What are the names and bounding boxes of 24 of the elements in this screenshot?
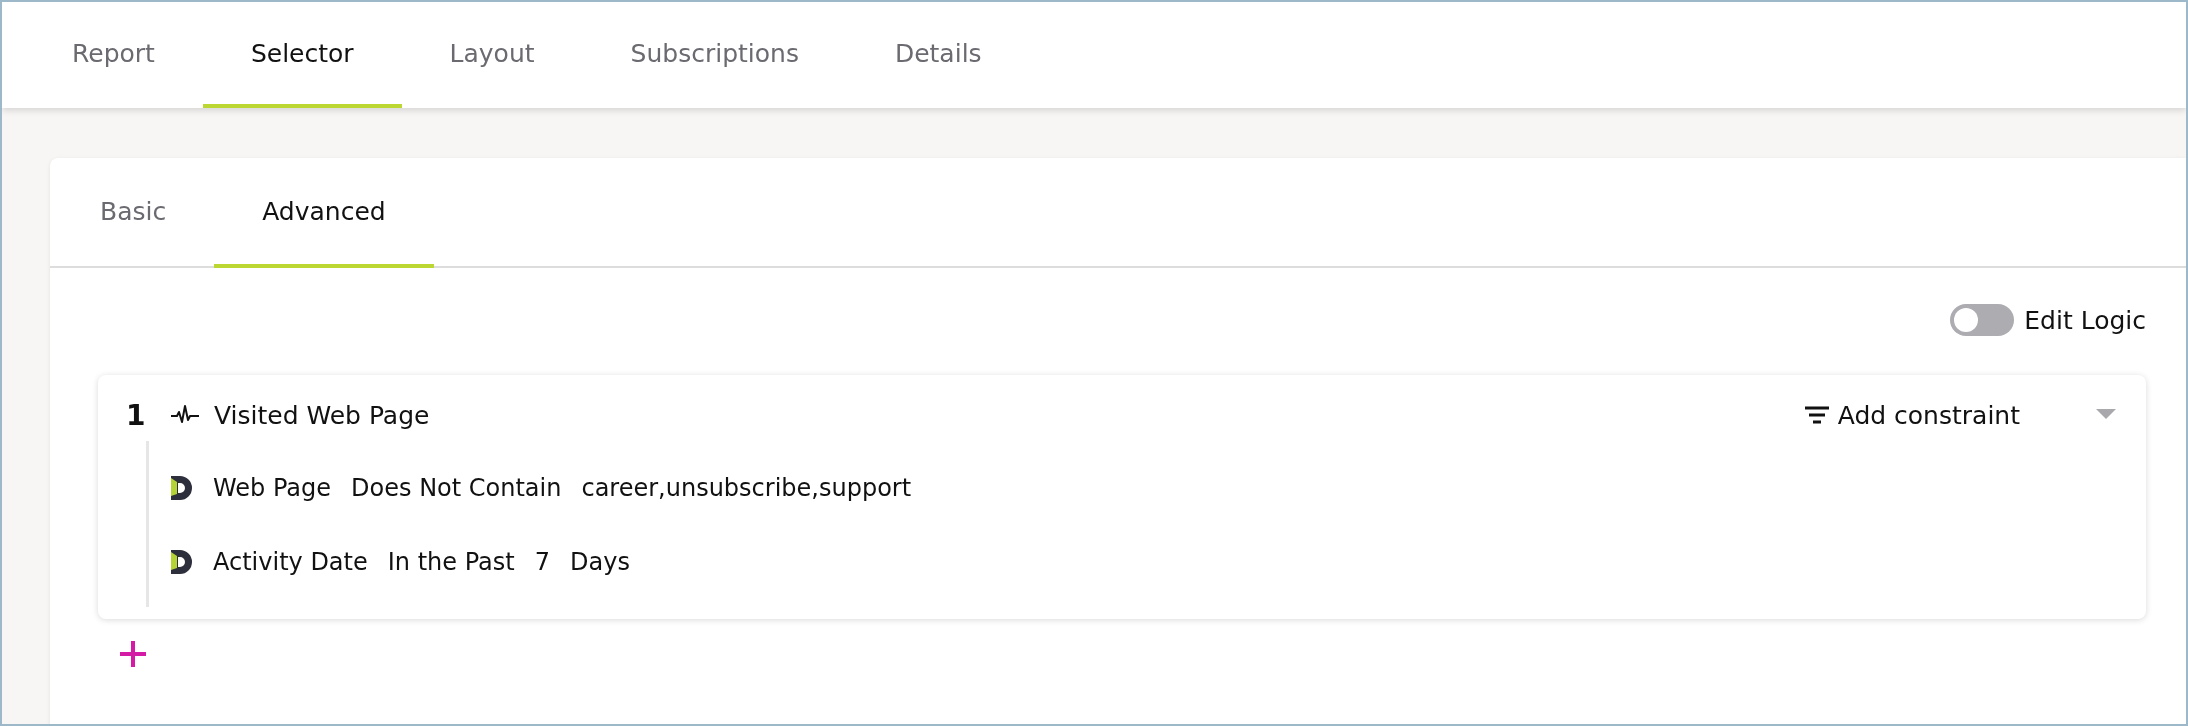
condition-text: career,unsubscribe,support — [581, 474, 912, 502]
filter-icon — [1803, 405, 1830, 425]
tab[interactable]: Basic — [50, 158, 215, 268]
tab[interactable]: Advanced — [214, 158, 434, 268]
condition-text: Days — [570, 548, 630, 576]
add-constraint-button[interactable]: Add constraint — [1803, 400, 2020, 430]
condition-text: Does Not Contain — [351, 474, 562, 502]
caret-icon[interactable] — [2096, 409, 2116, 421]
tab[interactable]: Details — [846, 2, 1030, 108]
tab[interactable]: Layout — [401, 2, 583, 108]
toggle-switch[interactable] — [1950, 304, 2015, 336]
condition-text: 7 — [534, 548, 550, 576]
condition-text: Web Page — [213, 474, 332, 502]
rule-title: Visited Web Page — [214, 400, 430, 430]
pulse-icon — [170, 404, 200, 426]
rule-number: 1 — [126, 398, 147, 432]
logo-icon — [169, 474, 195, 502]
tab[interactable]: Report — [24, 2, 203, 108]
toggle-label: Edit Logic — [2024, 305, 2146, 335]
condition-text: In the Past — [387, 548, 515, 576]
tab[interactable]: Selector — [202, 2, 402, 108]
logo-icon — [169, 548, 195, 576]
tab[interactable]: Subscriptions — [582, 2, 847, 108]
condition-text: Activity Date — [213, 548, 368, 576]
